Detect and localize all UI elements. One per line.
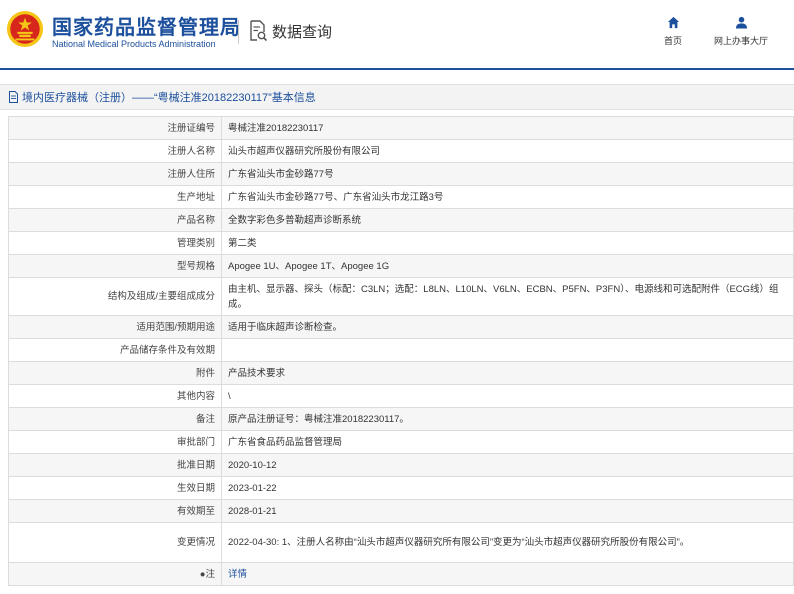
data-query-title: 数据查询: [248, 20, 332, 42]
field-value: 详情: [221, 562, 794, 586]
table-row: 适用范围/预期用途 适用于临床超声诊断检查。: [8, 315, 794, 339]
field-label: 产品名称: [8, 208, 222, 232]
header-divider: [238, 20, 239, 44]
nav-home-label: 首页: [664, 36, 683, 46]
user-icon: [735, 16, 747, 29]
table-row: 批准日期 2020-10-12: [8, 453, 794, 477]
table-row: 其他内容 \: [8, 384, 794, 408]
document-icon: [9, 91, 18, 103]
field-label: 适用范围/预期用途: [8, 315, 222, 339]
note-label: 注: [205, 568, 215, 580]
table-row: 备注 原产品注册证号：粤械注准20182230117。: [8, 407, 794, 431]
field-value: 2020-10-12: [221, 453, 794, 477]
field-value: 第二类: [221, 231, 794, 255]
field-value: 原产品注册证号：粤械注准20182230117。: [221, 407, 794, 431]
field-label: 型号规格: [8, 254, 222, 278]
field-label: 注册人名称: [8, 139, 222, 163]
table-row: 型号规格 Apogee 1U、Apogee 1T、Apogee 1G: [8, 254, 794, 278]
field-label: 变更情况: [8, 522, 222, 563]
brand-name-en: National Medical Products Administration: [52, 39, 216, 49]
nav-online-service-hall-label: 网上办事大厅: [714, 36, 769, 46]
section-title: 境内医疗器械（注册）——“粤械注准20182230117”基本信息: [22, 92, 316, 104]
table-row: 生产地址 广东省汕头市金砂路77号、广东省汕头市龙江路3号: [8, 185, 794, 209]
field-value: Apogee 1U、Apogee 1T、Apogee 1G: [221, 254, 794, 278]
field-value: 广东省食品药品监督管理局: [221, 430, 794, 454]
section-title-bar: 境内医疗器械（注册）——“粤械注准20182230117”基本信息: [0, 84, 794, 110]
table-row: ●注 详情: [8, 562, 794, 586]
field-value: 由主机、显示器、探头（标配：C3LN；选配：L8LN、L10LN、V6LN、EC…: [221, 277, 794, 316]
field-label: 结构及组成/主要组成成分: [8, 277, 222, 316]
table-row: 注册人住所 广东省汕头市金砂路77号: [8, 162, 794, 186]
query-title-text: 数据查询: [272, 23, 333, 41]
site-header: 国家药品监督管理局 National Medical Products Admi…: [0, 0, 794, 68]
field-value: 2028-01-21: [221, 499, 794, 523]
table-row: 注册人名称 汕头市超声仪器研究所股份有限公司: [8, 139, 794, 163]
field-label: 审批部门: [8, 430, 222, 454]
brand-name-cn: 国家药品监督管理局: [52, 17, 241, 39]
field-label: 注册人住所: [8, 162, 222, 186]
field-value: 汕头市超声仪器研究所股份有限公司: [221, 139, 794, 163]
nav-online-service-hall[interactable]: 网上办事大厅: [714, 16, 768, 47]
field-label: 生效日期: [8, 476, 222, 500]
table-row: 结构及组成/主要组成成分 由主机、显示器、探头（标配：C3LN；选配：L8LN、L…: [8, 277, 794, 316]
field-label: 产品储存条件及有效期: [8, 338, 222, 362]
table-row: 有效期至 2028-01-21: [8, 499, 794, 523]
header-rule: [0, 68, 794, 70]
field-value: 2023-01-22: [221, 476, 794, 500]
table-row: 附件 产品技术要求: [8, 361, 794, 385]
home-icon: [667, 16, 679, 29]
field-label: ●注: [8, 562, 222, 586]
field-value: \: [221, 384, 794, 408]
table-row: 注册证编号 粤械注准20182230117: [8, 116, 794, 140]
field-value: 粤械注准20182230117: [221, 116, 794, 140]
field-value: 广东省汕头市金砂路77号、广东省汕头市龙江路3号: [221, 185, 794, 209]
field-value: 全数字彩色多普勒超声诊断系统: [221, 208, 794, 232]
field-value: 广东省汕头市金砂路77号: [221, 162, 794, 186]
details-link[interactable]: 详情: [228, 569, 247, 580]
field-value: 适用于临床超声诊断检查。: [221, 315, 794, 339]
field-label: 备注: [8, 407, 222, 431]
table-row: 管理类别 第二类: [8, 231, 794, 255]
field-label: 附件: [8, 361, 222, 385]
table-row: 变更情况 2022-04-30: 1、注册人名称由“汕头市超声仪器研究所有限公司”…: [8, 522, 794, 563]
field-label: 管理类别: [8, 231, 222, 255]
field-value: 2022-04-30: 1、注册人名称由“汕头市超声仪器研究所有限公司”变更为“…: [221, 522, 794, 563]
nav-home[interactable]: 首页: [664, 16, 682, 47]
table-row: 产品储存条件及有效期: [8, 338, 794, 362]
document-search-icon: [250, 20, 268, 42]
field-value: [221, 338, 794, 362]
field-label: 其他内容: [8, 384, 222, 408]
national-emblem-icon: [6, 10, 44, 48]
field-label: 注册证编号: [8, 116, 222, 140]
field-label: 批准日期: [8, 453, 222, 477]
table-row: 生效日期 2023-01-22: [8, 476, 794, 500]
field-value: 产品技术要求: [221, 361, 794, 385]
table-row: 产品名称 全数字彩色多普勒超声诊断系统: [8, 208, 794, 232]
field-label: 有效期至: [8, 499, 222, 523]
device-info-table: 注册证编号 粤械注准20182230117 注册人名称 汕头市超声仪器研究所股份有限…: [8, 116, 794, 586]
field-label: 生产地址: [8, 185, 222, 209]
table-row: 审批部门 广东省食品药品监督管理局: [8, 430, 794, 454]
